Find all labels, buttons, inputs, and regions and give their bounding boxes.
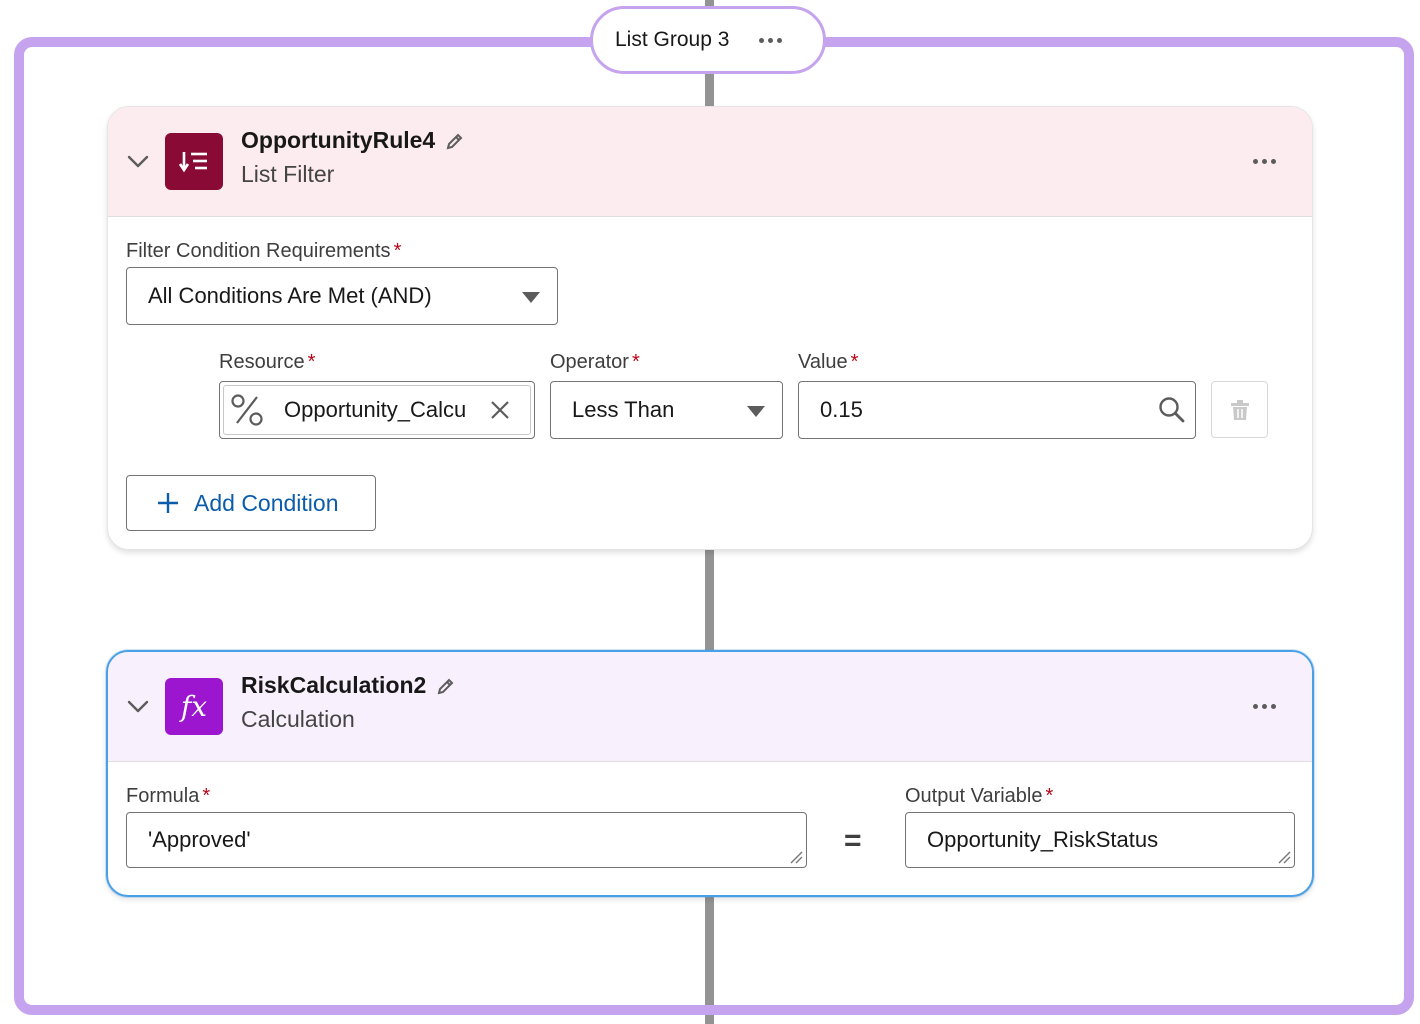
list-group-title: List Group 3 (615, 28, 730, 51)
calculation-card-header: fx RiskCalculation2 Calculation (108, 652, 1312, 762)
operator-select[interactable]: Less Than (550, 381, 783, 439)
chevron-down-icon (747, 406, 765, 417)
more-dots-icon[interactable] (1253, 159, 1276, 164)
formula-label: Formula * (126, 785, 210, 808)
value-label-text: Value (798, 351, 848, 373)
required-marker: * (393, 240, 402, 262)
fx-icon: fx (165, 678, 223, 735)
filter-requirements-value: All Conditions Are Met (AND) (148, 283, 432, 308)
value-input[interactable]: 0.15 (798, 381, 1196, 439)
list-filter-card-header: OpportunityRule4 List Filter (108, 107, 1312, 217)
required-marker: * (850, 351, 859, 373)
operator-label: Operator * (550, 351, 640, 374)
required-marker: * (307, 351, 316, 373)
resource-field[interactable]: Opportunity_Calcu (219, 381, 535, 439)
search-icon[interactable] (1158, 396, 1186, 424)
chevron-down-icon[interactable] (126, 696, 150, 716)
filter-requirements-label-text: Filter Condition Requirements (126, 240, 391, 262)
pencil-icon[interactable] (436, 676, 456, 696)
delete-condition-button[interactable] (1211, 381, 1268, 438)
more-dots-icon[interactable] (759, 37, 783, 43)
pencil-icon[interactable] (445, 131, 465, 151)
list-group-header[interactable]: List Group 3 (590, 6, 826, 74)
chevron-down-icon (522, 292, 540, 303)
calculation-title-text: RiskCalculation2 (241, 672, 427, 698)
percent-icon (231, 394, 263, 426)
value-label: Value * (798, 351, 858, 374)
output-variable-value: Opportunity_RiskStatus (927, 827, 1159, 852)
list-filter-title: OpportunityRule4 (241, 127, 465, 154)
operator-label-text: Operator (550, 351, 629, 373)
calculation-card[interactable]: fx RiskCalculation2 Calculation Formula *… (106, 650, 1314, 897)
resource-label: Resource * (219, 351, 315, 374)
filter-requirements-select[interactable]: All Conditions Are Met (AND) (126, 267, 558, 325)
add-condition-label: Add Condition (194, 489, 339, 516)
add-condition-button[interactable]: Add Condition (126, 475, 376, 531)
formula-value: 'Approved' (148, 827, 251, 852)
resource-pill[interactable]: Opportunity_Calcu (223, 385, 531, 435)
calculation-subtitle: Calculation (241, 706, 355, 732)
required-marker: * (631, 351, 640, 373)
list-filter-subtitle: List Filter (241, 161, 335, 187)
formula-textarea[interactable]: 'Approved' (126, 812, 807, 868)
output-variable-textarea[interactable]: Opportunity_RiskStatus (905, 812, 1295, 868)
resource-value: Opportunity_Calcu (284, 397, 467, 422)
operator-value: Less Than (572, 397, 675, 422)
output-variable-label: Output Variable * (905, 785, 1053, 808)
resize-handle-icon[interactable] (789, 850, 803, 864)
plus-icon (158, 493, 178, 513)
list-filter-card[interactable]: OpportunityRule4 List Filter Filter Cond… (107, 106, 1313, 550)
trash-icon (1230, 399, 1249, 420)
required-marker: * (1045, 785, 1054, 807)
close-icon[interactable] (490, 400, 510, 420)
list-filter-icon (165, 133, 223, 190)
formula-label-text: Formula (126, 785, 200, 807)
output-variable-label-text: Output Variable (905, 785, 1043, 807)
calculation-title: RiskCalculation2 (241, 672, 456, 699)
value-value: 0.15 (820, 397, 863, 422)
chevron-down-icon[interactable] (126, 151, 150, 171)
required-marker: * (202, 785, 211, 807)
more-dots-icon[interactable] (1253, 704, 1276, 709)
list-filter-title-text: OpportunityRule4 (241, 127, 436, 153)
resize-handle-icon[interactable] (1277, 850, 1291, 864)
equals-sign: = (844, 824, 862, 857)
resource-label-text: Resource (219, 351, 305, 373)
filter-requirements-label: Filter Condition Requirements * (126, 240, 401, 263)
